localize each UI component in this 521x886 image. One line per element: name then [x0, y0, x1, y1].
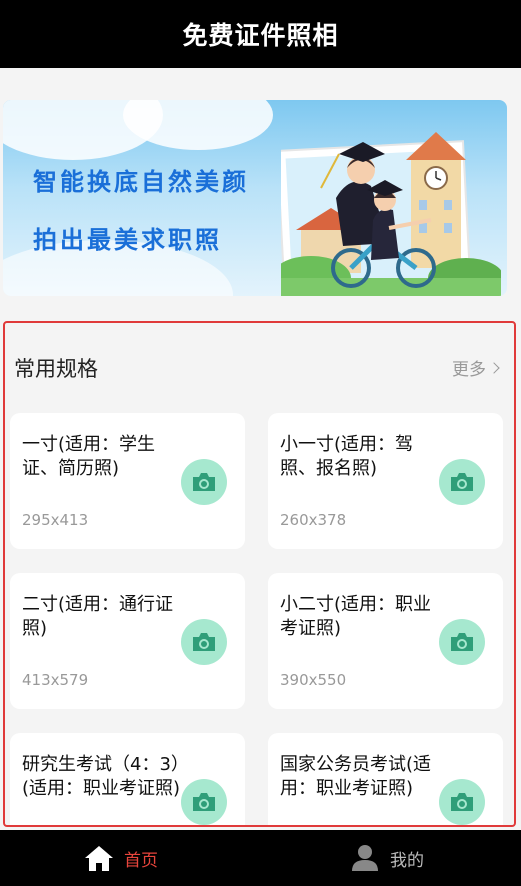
tab-mine-label: 我的: [390, 850, 424, 871]
spec-card-size: 260x378: [280, 511, 347, 529]
spec-card-title: 小一寸(适用：驾照、报名照): [280, 434, 414, 479]
spec-card-postgrad-exam[interactable]: 研究生考试（4：3）(适用：职业考证照): [10, 733, 245, 825]
spec-card-size: 390x550: [280, 671, 347, 689]
cloud-decoration: [123, 100, 273, 150]
camera-button[interactable]: [439, 779, 485, 825]
banner-headline: 智能换底自然美颜: [33, 168, 249, 196]
person-icon: [352, 845, 378, 871]
graduation-illustration: [281, 132, 501, 296]
camera-button[interactable]: [439, 459, 485, 505]
camera-icon: [451, 473, 473, 491]
camera-icon: [193, 473, 215, 491]
tab-home-label: 首页: [124, 850, 158, 871]
app-header: 免费证件照相: [0, 0, 521, 68]
camera-button[interactable]: [181, 459, 227, 505]
tab-mine[interactable]: 我的: [350, 830, 424, 886]
spec-card-title: 二寸(适用：通行证照): [22, 594, 174, 639]
camera-button[interactable]: [439, 619, 485, 665]
common-specs-section: 常用规格 更多 一寸(适用：学生证、简历照) 295x413 小一寸(适用：驾照…: [3, 321, 516, 827]
spec-card-small-two-inch[interactable]: 小二寸(适用：职业考证照) 390x550: [268, 573, 503, 709]
camera-button[interactable]: [181, 779, 227, 825]
spec-card-size: 413x579: [22, 671, 89, 689]
chevron-right-icon: [488, 361, 500, 374]
home-icon: [85, 846, 113, 871]
page-title: 免费证件照相: [182, 21, 339, 50]
section-title: 常用规格: [14, 357, 98, 381]
more-label: 更多: [452, 360, 486, 380]
spec-card-title: 小二寸(适用：职业考证照): [280, 594, 432, 639]
spec-card-one-inch[interactable]: 一寸(适用：学生证、简历照) 295x413: [10, 413, 245, 549]
spec-card-two-inch[interactable]: 二寸(适用：通行证照) 413x579: [10, 573, 245, 709]
more-link[interactable]: 更多: [452, 355, 500, 380]
tab-home[interactable]: 首页: [84, 830, 158, 886]
camera-icon: [193, 633, 215, 651]
spec-card-title: 研究生考试（4：3）(适用：职业考证照): [22, 754, 181, 799]
bottom-tab-bar: 首页 我的: [0, 830, 521, 886]
promo-banner[interactable]: 智能换底自然美颜 拍出最美求职照: [3, 100, 507, 296]
spec-card-small-one-inch[interactable]: 小一寸(适用：驾照、报名照) 260x378: [268, 413, 503, 549]
camera-icon: [451, 633, 473, 651]
banner-subheadline: 拍出最美求职照: [33, 226, 222, 254]
camera-icon: [451, 793, 473, 811]
camera-icon: [193, 793, 215, 811]
spec-card-civil-service-exam[interactable]: 国家公务员考试(适用：职业考证照): [268, 733, 503, 825]
spec-card-title: 一寸(适用：学生证、简历照): [22, 434, 156, 479]
spec-card-size: 295x413: [22, 511, 89, 529]
spec-card-title: 国家公务员考试(适用：职业考证照): [280, 754, 432, 799]
camera-button[interactable]: [181, 619, 227, 665]
